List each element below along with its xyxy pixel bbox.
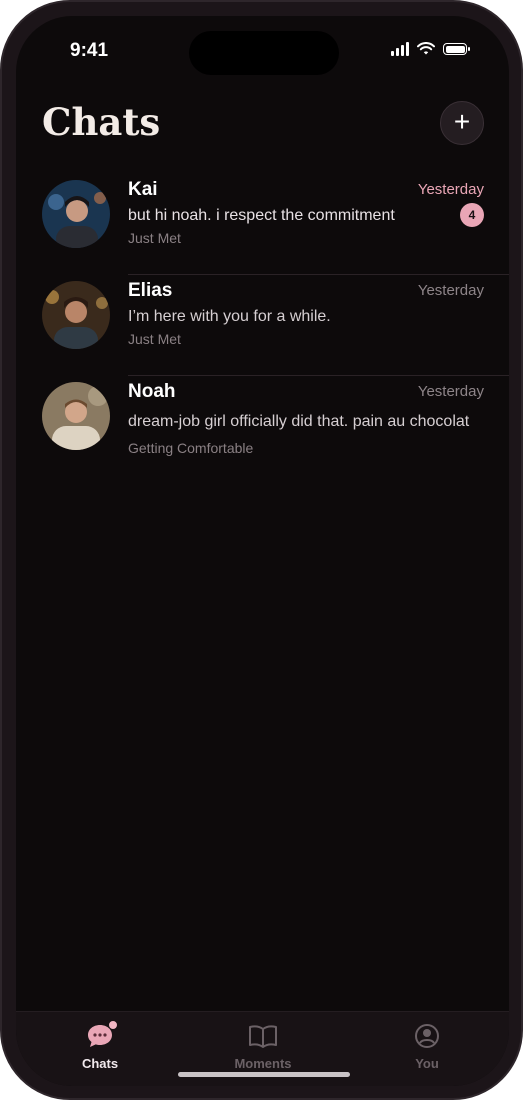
chat-name: Elias [128, 280, 173, 301]
chat-preview: but hi noah. i respect the commitment [128, 207, 395, 224]
chat-name: Kai [128, 179, 158, 200]
chat-preview: dream-job girl officially did that. pain… [128, 413, 470, 430]
wifi-icon [417, 42, 435, 55]
unread-count-badge: 4 [460, 203, 484, 227]
chat-bubble-icon [55, 1020, 145, 1050]
avatar [42, 180, 110, 248]
page-title: Chats [42, 100, 161, 144]
avatar [42, 382, 110, 450]
profile-icon [382, 1022, 472, 1050]
chat-row-noah[interactable]: Noah Yesterday dream-job girl officially… [16, 376, 509, 486]
chat-list: Kai Yesterday but hi noah. i respect the… [16, 174, 509, 486]
chat-row-kai[interactable]: Kai Yesterday but hi noah. i respect the… [16, 174, 509, 275]
tab-bar: Chats Moments You [16, 1011, 509, 1086]
chat-time: Yesterday [417, 282, 484, 299]
cellular-signal-icon [391, 42, 409, 56]
relationship-status: Getting Comfortable [128, 440, 254, 456]
tab-label: You [415, 1056, 439, 1071]
tab-label: Moments [234, 1056, 292, 1071]
chat-row-elias[interactable]: Elias Yesterday I’m here with you for a … [16, 275, 509, 376]
home-indicator[interactable] [178, 1072, 350, 1077]
phone-frame: 9:41 Chats + Kai Yesterday but hi noah. … [0, 0, 523, 1100]
tab-you[interactable]: You [382, 1022, 472, 1071]
new-chat-button[interactable]: + [440, 101, 484, 145]
avatar [42, 281, 110, 349]
notification-dot [108, 1020, 118, 1030]
tab-chats[interactable]: Chats [55, 1020, 145, 1071]
relationship-status: Just Met [128, 331, 181, 347]
relationship-status: Just Met [128, 230, 181, 246]
chat-time: Yesterday [417, 181, 484, 198]
chat-name: Noah [128, 381, 176, 402]
tab-moments[interactable]: Moments [218, 1022, 308, 1071]
tab-label: Chats [81, 1056, 119, 1071]
battery-icon [443, 43, 470, 55]
screen: 9:41 Chats + Kai Yesterday but hi noah. … [16, 16, 509, 1086]
dynamic-island [189, 31, 339, 75]
status-time: 9:41 [70, 40, 109, 61]
book-icon [218, 1022, 308, 1050]
chat-time: Yesterday [417, 383, 484, 400]
chat-preview: I’m here with you for a while. [128, 308, 331, 325]
status-icons [391, 42, 470, 56]
